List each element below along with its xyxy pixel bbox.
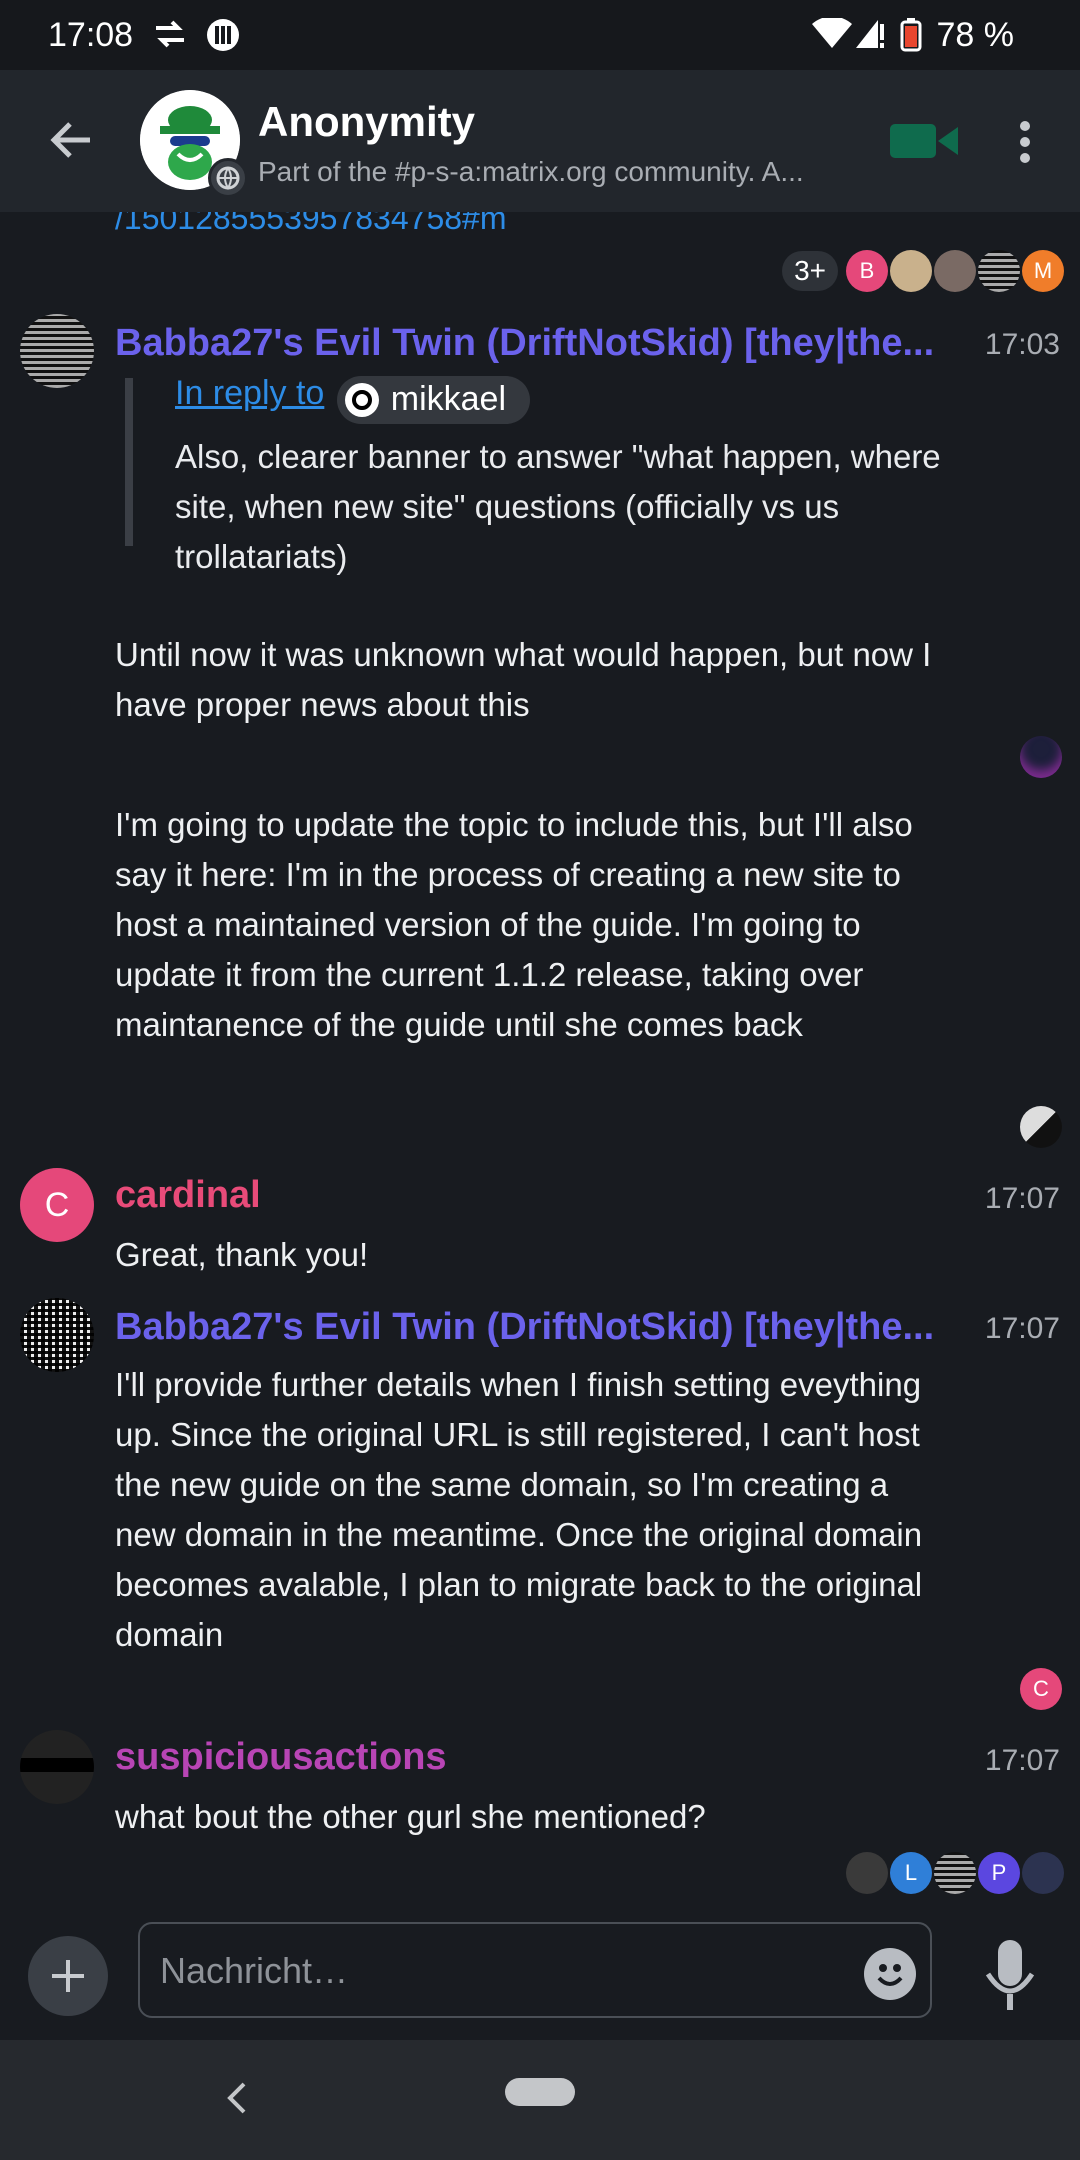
sender-name[interactable]: Babba27's Evil Twin (DriftNotSkid) [they… [115, 1306, 935, 1349]
receipt-avatar [1020, 736, 1062, 778]
read-receipts[interactable] [1018, 1106, 1062, 1148]
attach-button[interactable] [28, 1936, 108, 2016]
video-call-icon[interactable] [888, 120, 960, 162]
plus-icon [52, 1960, 84, 1992]
globe-icon [208, 158, 248, 198]
status-bar: 17:08 78 % [0, 0, 1080, 70]
read-receipts[interactable]: C [1018, 1668, 1062, 1710]
read-receipts[interactable]: L P [844, 1852, 1064, 1894]
status-time: 17:08 [48, 16, 134, 54]
sender-name[interactable]: cardinal [115, 1174, 935, 1217]
data-transfer-icon [156, 20, 184, 48]
message-time: 17:07 [984, 1744, 1060, 1777]
home-pill[interactable] [505, 2078, 575, 2106]
receipt-avatar-c: C [1020, 1668, 1062, 1710]
sender-name[interactable]: suspiciousactions [115, 1736, 935, 1779]
avatar[interactable]: C [20, 1168, 94, 1242]
battery-icon [900, 18, 922, 52]
message-time: 17:03 [984, 328, 1060, 361]
avatar[interactable] [20, 1298, 94, 1372]
message-text: Great, thank you! [115, 1236, 369, 1273]
room-header: Anonymity Part of the #p-s-a:matrix.org … [0, 70, 1080, 212]
overflow-menu-icon[interactable] [1010, 118, 1040, 166]
receipt-avatar [890, 250, 932, 292]
receipt-avatar-b: B [846, 250, 888, 292]
receipt-avatar [934, 250, 976, 292]
microphone-icon[interactable] [980, 1936, 1040, 2016]
system-navigation-bar [0, 2040, 1080, 2160]
app-notification-icon [207, 19, 239, 51]
user-pill[interactable]: mikkael [336, 375, 531, 424]
message-input[interactable] [158, 1942, 842, 2000]
avatar[interactable] [20, 314, 94, 388]
receipt-avatar-m: M [1022, 250, 1064, 292]
message-time: 17:07 [984, 1182, 1060, 1215]
wifi-icon [812, 18, 852, 48]
user-pill-name: mikkael [390, 380, 507, 419]
message-time: 17:07 [984, 1312, 1060, 1345]
emoji-icon[interactable] [864, 1948, 916, 2000]
receipt-avatar-l: L [890, 1852, 932, 1894]
receipt-avatar [1022, 1852, 1064, 1894]
signal-icon [856, 20, 884, 48]
receipt-avatar-p: P [978, 1852, 1020, 1894]
message-text: Until now it was unknown what would happ… [115, 636, 932, 723]
message-text: I'll provide further details when I fini… [115, 1366, 923, 1653]
read-receipts[interactable]: 3+ B M [782, 250, 1064, 292]
receipt-avatar [846, 1852, 888, 1894]
receipt-avatar [1020, 1106, 1062, 1148]
read-receipts[interactable] [1018, 736, 1062, 778]
reply-quote[interactable]: In reply to mikkael Also, clearer banner… [125, 374, 1005, 575]
message-text: I'm going to update the topic to include… [115, 806, 913, 1043]
battery-percent: 78 % [936, 16, 1015, 54]
receipt-avatar [978, 250, 1020, 292]
room-title[interactable]: Anonymity [258, 98, 475, 146]
message-link[interactable]: /1501285553957834758#m [115, 212, 506, 237]
avatar[interactable] [20, 1730, 94, 1804]
nav-back-icon[interactable] [222, 2078, 252, 2118]
in-reply-to-link[interactable]: In reply to [175, 374, 324, 412]
user-avatar-icon [344, 382, 379, 417]
message-text: what bout the other gurl she mentioned? [115, 1798, 706, 1835]
sender-name[interactable]: Babba27's Evil Twin (DriftNotSkid) [they… [115, 322, 935, 365]
composer [0, 1910, 1080, 2040]
receipt-count: 3+ [782, 251, 838, 291]
receipt-avatar [934, 1852, 976, 1894]
message-input-box[interactable] [138, 1922, 932, 2018]
back-arrow-icon[interactable] [40, 108, 104, 172]
quoted-text: Also, clearer banner to answer "what hap… [175, 438, 941, 575]
message-timeline[interactable]: /1501285553957834758#m 3+ B M Babba27's … [0, 212, 1080, 1910]
room-topic[interactable]: Part of the #p-s-a:matrix.org community.… [258, 156, 848, 188]
